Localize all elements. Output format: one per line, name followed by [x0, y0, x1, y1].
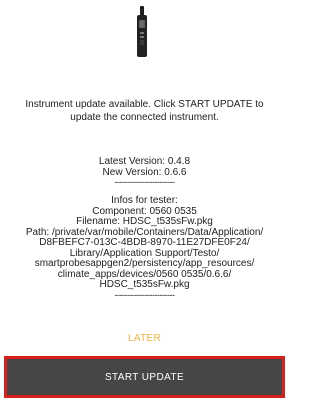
separator-line: ------------------------	[114, 289, 175, 300]
separator-line: ------------------------	[114, 177, 175, 187]
start-update-highlight: START UPDATE	[4, 356, 285, 398]
tester-path-line: D8FBEFC7-013C-4BDB-8970-11E27DFE0F24/	[39, 237, 250, 248]
tester-path-line: HDSC_t535sFw.pkg	[99, 279, 190, 290]
latest-version: Latest Version: 0.4.8	[98, 156, 191, 167]
update-message: Instrument update available. Click START…	[4, 98, 285, 124]
start-update-button[interactable]: START UPDATE	[7, 359, 282, 395]
update-message-line-1: Instrument update available. Click START…	[25, 99, 264, 110]
update-message-line-2: update the connected instrument.	[70, 112, 219, 123]
handheld-probe-icon	[137, 6, 147, 57]
tester-path-line: smartprobesappgen2/persistency/app_resou…	[34, 258, 255, 269]
later-button[interactable]: LATER	[0, 333, 289, 344]
version-info: Latest Version: 0.4.8 New Version: 0.6.6…	[0, 156, 289, 187]
tester-filename: Filename: HDSC_t535sFw.pkg	[76, 216, 213, 227]
tester-info-heading: Infos for tester:	[111, 195, 178, 206]
tester-info: Infos for tester: Component: 0560 0535 F…	[2, 195, 287, 300]
